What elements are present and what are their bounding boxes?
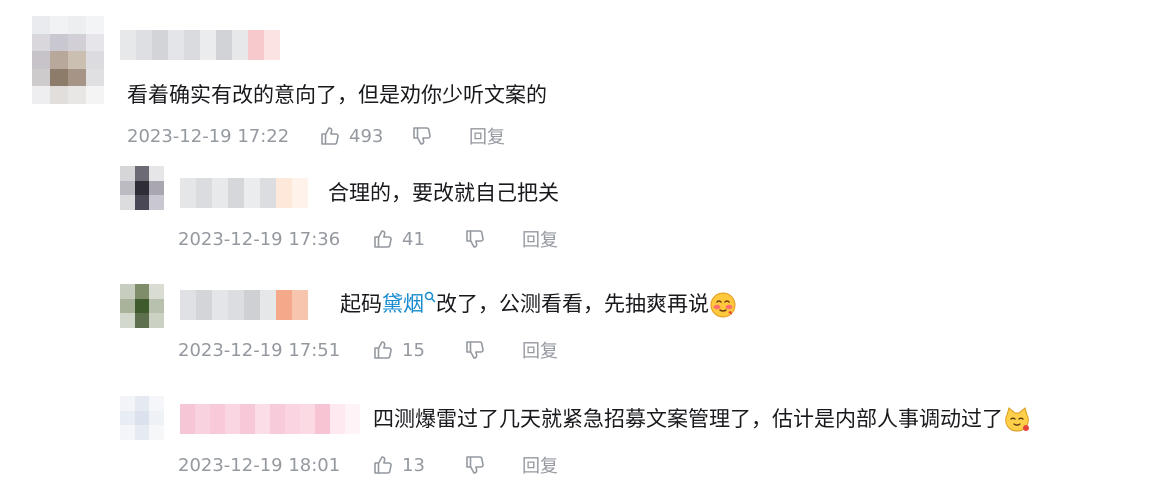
thumbs-down-icon xyxy=(413,127,431,145)
search-link[interactable]: 黛烟 xyxy=(382,291,436,316)
username[interactable] xyxy=(120,30,280,60)
like-button[interactable]: 493 xyxy=(319,125,389,147)
like-count: 41 xyxy=(402,228,425,250)
comment-time: 2023-12-19 17:22 xyxy=(127,125,290,147)
comment-time: 2023-12-19 17:36 xyxy=(178,228,341,250)
comment-text-part: 四测爆雷过了几天就紧急招募文案管理了，估计是内部人事调动过了 xyxy=(373,407,1003,431)
like-button[interactable]: 15 xyxy=(372,339,442,361)
avatar[interactable] xyxy=(120,284,164,328)
search-icon xyxy=(424,291,436,303)
like-button[interactable]: 41 xyxy=(372,228,442,250)
comment-text-part: 改了，公测看看，先抽爽再说 xyxy=(436,292,709,316)
thumbs-up-icon xyxy=(374,230,392,248)
comment-time: 2023-12-19 18:01 xyxy=(178,454,341,476)
thumbs-up-icon xyxy=(374,341,392,359)
thumbs-down-icon xyxy=(466,456,484,474)
thumbs-up-icon xyxy=(374,456,392,474)
avatar[interactable] xyxy=(32,16,104,104)
avatar[interactable] xyxy=(120,166,164,210)
comment-meta: 2023-12-19 17:51 15 回复 xyxy=(178,337,558,363)
comment-text: 看着确实有改的意向了，但是劝你少听文案的 xyxy=(127,83,547,107)
reply-button[interactable]: 回复 xyxy=(522,337,558,363)
search-link-label: 黛烟 xyxy=(382,292,424,316)
comment-meta: 2023-12-19 18:01 13 回复 xyxy=(178,452,558,478)
cat-face-emoji xyxy=(1005,407,1029,432)
like-count: 15 xyxy=(402,339,425,361)
comment-time: 2023-12-19 17:51 xyxy=(178,339,341,361)
reply-button[interactable]: 回复 xyxy=(522,226,558,252)
dislike-button[interactable] xyxy=(411,125,433,147)
dislike-button[interactable] xyxy=(464,339,486,361)
username[interactable] xyxy=(180,404,360,434)
thumbs-down-icon xyxy=(466,230,484,248)
comment-meta: 2023-12-19 17:36 41 回复 xyxy=(178,226,558,252)
comment-text-part: 起码 xyxy=(340,292,382,316)
reply-button[interactable]: 回复 xyxy=(469,123,505,149)
comment-text: 起码黛烟 改了，公测看看，先抽爽再说 xyxy=(340,289,737,319)
dislike-button[interactable] xyxy=(464,454,486,476)
comment-text: 合理的，要改就自己把关 xyxy=(328,181,559,205)
like-button[interactable]: 13 xyxy=(372,454,442,476)
like-count: 493 xyxy=(349,125,384,147)
comment-meta: 2023-12-19 17:22 493 回复 xyxy=(127,123,505,149)
reply-button[interactable]: 回复 xyxy=(522,452,558,478)
username[interactable] xyxy=(180,290,308,320)
comment-text: 四测爆雷过了几天就紧急招募文案管理了，估计是内部人事调动过了 xyxy=(373,404,1031,434)
blushing-face-emoji xyxy=(710,292,736,318)
avatar[interactable] xyxy=(120,396,164,440)
thumbs-up-icon xyxy=(321,127,339,145)
username[interactable] xyxy=(180,178,308,208)
like-count: 13 xyxy=(402,454,425,476)
thumbs-down-icon xyxy=(466,341,484,359)
dislike-button[interactable] xyxy=(464,228,486,250)
